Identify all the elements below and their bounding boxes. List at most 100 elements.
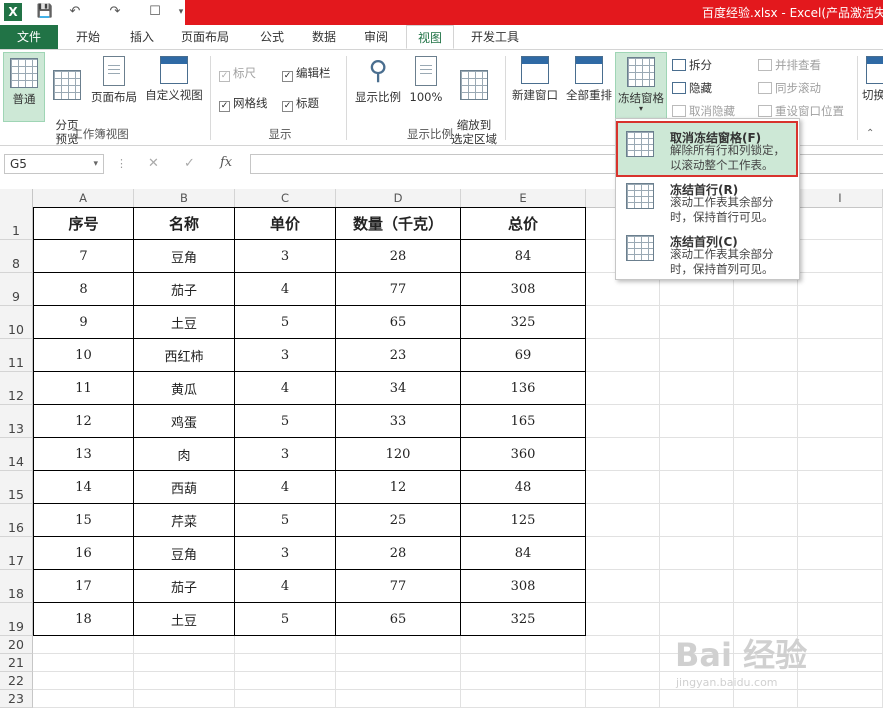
table-cell[interactable]: 308 [461, 273, 586, 306]
table-header-cell[interactable]: 数量（千克） [336, 207, 461, 240]
menu-item-unfreeze-panes[interactable]: 取消冻结窗格(F) 解除所有行和列锁定，以滚动整个工作表。 [616, 121, 798, 177]
empty-cell[interactable] [734, 471, 798, 504]
table-cell[interactable]: 4 [235, 372, 336, 405]
empty-cell[interactable] [798, 654, 883, 672]
table-cell[interactable]: 鸡蛋 [134, 405, 235, 438]
cancel-icon[interactable]: ✕ [148, 156, 159, 171]
row-header[interactable]: 16 [0, 504, 33, 537]
table-cell[interactable]: 西葫 [134, 471, 235, 504]
empty-cell[interactable] [660, 570, 734, 603]
row-header[interactable]: 1 [0, 207, 33, 240]
switch-windows-button[interactable]: 切换 [862, 56, 883, 102]
table-cell[interactable]: 10 [33, 339, 134, 372]
empty-cell[interactable] [134, 672, 235, 690]
empty-cell[interactable] [586, 636, 660, 654]
table-cell[interactable]: 84 [461, 240, 586, 273]
empty-cell[interactable] [798, 438, 883, 471]
row-header[interactable]: 17 [0, 537, 33, 570]
empty-cell[interactable] [134, 654, 235, 672]
row-header[interactable]: 12 [0, 372, 33, 405]
table-cell[interactable]: 9 [33, 306, 134, 339]
redo-icon[interactable]: ↷ [106, 3, 124, 21]
page-layout-view-button[interactable]: 页面布局 [88, 56, 140, 104]
empty-cell[interactable] [586, 504, 660, 537]
empty-cell[interactable] [798, 339, 883, 372]
row-header[interactable]: 8 [0, 240, 33, 273]
table-cell[interactable]: 77 [336, 570, 461, 603]
new-window-button[interactable]: 新建窗口 [508, 56, 562, 102]
empty-cell[interactable] [461, 654, 586, 672]
empty-cell[interactable] [134, 636, 235, 654]
tab-file[interactable]: 文件 [0, 25, 58, 49]
table-cell[interactable]: 14 [33, 471, 134, 504]
table-cell[interactable]: 西红柿 [134, 339, 235, 372]
table-cell[interactable]: 33 [336, 405, 461, 438]
empty-cell[interactable] [586, 372, 660, 405]
undo-icon[interactable]: ↶ [66, 3, 84, 21]
table-cell[interactable]: 3 [235, 339, 336, 372]
row-header[interactable]: 20 [0, 636, 33, 654]
zoom-100-button[interactable]: 100% [408, 56, 444, 104]
empty-cell[interactable] [798, 207, 883, 240]
custom-views-button[interactable]: 自定义视图 [142, 56, 206, 102]
row-header[interactable]: 9 [0, 273, 33, 306]
table-cell[interactable]: 5 [235, 405, 336, 438]
empty-cell[interactable] [235, 654, 336, 672]
table-cell[interactable]: 黄瓜 [134, 372, 235, 405]
empty-cell[interactable] [33, 690, 134, 708]
empty-cell[interactable] [586, 537, 660, 570]
chevron-down-icon[interactable]: ▾ [93, 155, 98, 173]
empty-cell[interactable] [660, 438, 734, 471]
row-header[interactable]: 11 [0, 339, 33, 372]
table-cell[interactable]: 3 [235, 438, 336, 471]
row-header[interactable]: 21 [0, 654, 33, 672]
empty-cell[interactable] [798, 372, 883, 405]
table-cell[interactable]: 48 [461, 471, 586, 504]
table-cell[interactable]: 3 [235, 537, 336, 570]
empty-cell[interactable] [798, 504, 883, 537]
table-cell[interactable]: 土豆 [134, 306, 235, 339]
tab-home[interactable]: 开始 [66, 25, 110, 49]
empty-cell[interactable] [586, 306, 660, 339]
table-cell[interactable]: 茄子 [134, 273, 235, 306]
unhide-button[interactable]: 取消隐藏 [672, 104, 735, 118]
table-cell[interactable]: 4 [235, 273, 336, 306]
table-cell[interactable]: 16 [33, 537, 134, 570]
select-all-corner[interactable] [0, 189, 33, 207]
row-header[interactable]: 13 [0, 405, 33, 438]
table-cell[interactable]: 肉 [134, 438, 235, 471]
empty-cell[interactable] [235, 690, 336, 708]
table-header-cell[interactable]: 总价 [461, 207, 586, 240]
empty-cell[interactable] [734, 306, 798, 339]
table-cell[interactable]: 芹菜 [134, 504, 235, 537]
empty-cell[interactable] [586, 570, 660, 603]
empty-cell[interactable] [461, 636, 586, 654]
table-cell[interactable]: 325 [461, 306, 586, 339]
empty-cell[interactable] [660, 372, 734, 405]
menu-item-freeze-first-column[interactable]: 冻结首列(C) 滚动工作表其余部分时，保持首列可见。 [618, 227, 796, 279]
tab-page-layout[interactable]: 页面布局 [172, 25, 238, 49]
empty-cell[interactable] [734, 570, 798, 603]
zoom-button[interactable]: ⚲ 显示比例 [352, 56, 404, 104]
table-cell[interactable]: 土豆 [134, 603, 235, 636]
table-cell[interactable]: 77 [336, 273, 461, 306]
table-cell[interactable]: 325 [461, 603, 586, 636]
sync-scroll-button[interactable]: 同步滚动 [758, 81, 821, 95]
table-cell[interactable]: 8 [33, 273, 134, 306]
table-cell[interactable]: 65 [336, 306, 461, 339]
reset-position-button[interactable]: 重设窗口位置 [758, 104, 844, 118]
arrange-all-button[interactable]: 全部重排 [562, 56, 616, 102]
split-button[interactable]: 拆分 [672, 58, 712, 72]
table-cell[interactable]: 豆角 [134, 537, 235, 570]
table-cell[interactable]: 3 [235, 240, 336, 273]
row-header[interactable]: 18 [0, 570, 33, 603]
empty-cell[interactable] [798, 273, 883, 306]
empty-cell[interactable] [586, 471, 660, 504]
table-cell[interactable]: 65 [336, 603, 461, 636]
row-header[interactable]: 10 [0, 306, 33, 339]
empty-cell[interactable] [33, 636, 134, 654]
row-header[interactable]: 19 [0, 603, 33, 636]
column-header-i[interactable]: I [798, 189, 883, 207]
table-header-cell[interactable]: 单价 [235, 207, 336, 240]
hide-button[interactable]: 隐藏 [672, 81, 712, 95]
